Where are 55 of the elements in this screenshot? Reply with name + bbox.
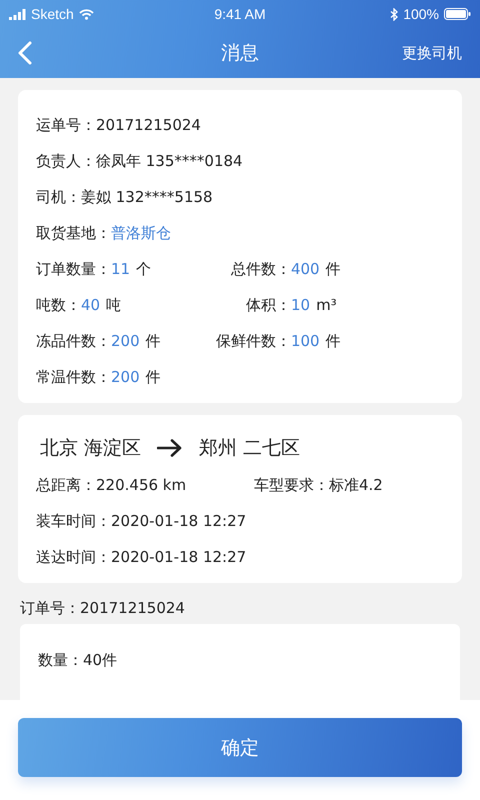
field-value: 徐凤年 135****0184 xyxy=(96,152,243,170)
field-label: 装车时间： xyxy=(36,512,111,530)
field-label: 冻品件数： xyxy=(36,332,111,350)
field-value: 400 xyxy=(290,260,320,278)
field-value: 200 xyxy=(111,332,140,350)
field-label: 运单号： xyxy=(36,116,96,134)
field-label: 总距离： xyxy=(36,476,96,494)
field-unit: 件 xyxy=(146,332,161,350)
field-value: 200 xyxy=(111,368,140,386)
field-value: 10 xyxy=(290,296,310,314)
field-unit: 件 xyxy=(326,260,341,278)
field-label: 取货基地： xyxy=(36,224,111,242)
arrow-icon xyxy=(157,439,184,457)
status-time: 9:41 AM xyxy=(214,6,266,22)
field-label: 吨数： xyxy=(36,296,81,314)
field-value: 2020-01-18 12:27 xyxy=(111,512,246,530)
field-value: 2020-01-18 12:27 xyxy=(111,548,246,566)
field-label: 体积： xyxy=(244,296,291,314)
field-unit: m³ xyxy=(316,296,337,314)
field-value: 标准4.2 xyxy=(329,476,383,494)
field-value: 40 xyxy=(81,296,100,314)
field-unit: 个 xyxy=(136,260,152,278)
field-label: 总件数： xyxy=(230,260,291,278)
battery-icon xyxy=(444,8,471,20)
signal-icon xyxy=(9,8,26,20)
field-value: 20171215024 xyxy=(96,116,201,134)
order-label: 订单号： xyxy=(20,599,80,618)
field-value: 100 xyxy=(290,332,320,350)
field-unit: 吨 xyxy=(106,296,122,314)
field-label: 司机： xyxy=(36,188,81,206)
field-label: 常温件数： xyxy=(36,368,111,386)
field-value: 普洛斯仓 xyxy=(111,224,171,242)
order-number: 20171215024 xyxy=(80,599,185,617)
field-value: 11 xyxy=(111,260,130,278)
origin-city: 北京 海淀区 xyxy=(40,436,142,461)
confirm-button[interactable]: 确定 xyxy=(18,718,462,777)
field-value: 220.456 km xyxy=(96,476,186,494)
field-unit: 件 xyxy=(326,332,341,350)
destination-city: 郑州 二七区 xyxy=(199,436,300,461)
carrier-name: Sketch xyxy=(31,6,74,22)
page-title: 消息 xyxy=(221,41,259,66)
field-label: 车型要求： xyxy=(254,476,329,494)
field-value: 40件 xyxy=(83,650,118,670)
change-driver-button[interactable]: 更换司机 xyxy=(402,44,462,62)
field-label: 保鲜件数： xyxy=(214,332,291,350)
field-label: 数量： xyxy=(38,650,83,670)
field-label: 送达时间： xyxy=(36,548,111,566)
field-unit: 件 xyxy=(146,368,161,386)
bluetooth-icon xyxy=(390,8,398,20)
wifi-icon xyxy=(78,8,94,20)
field-label: 负责人： xyxy=(36,152,96,170)
battery-percent: 100% xyxy=(403,6,439,22)
back-icon xyxy=(18,41,32,65)
field-label: 订单数量： xyxy=(36,260,111,278)
field-value: 姜姒 132****5158 xyxy=(81,188,213,206)
